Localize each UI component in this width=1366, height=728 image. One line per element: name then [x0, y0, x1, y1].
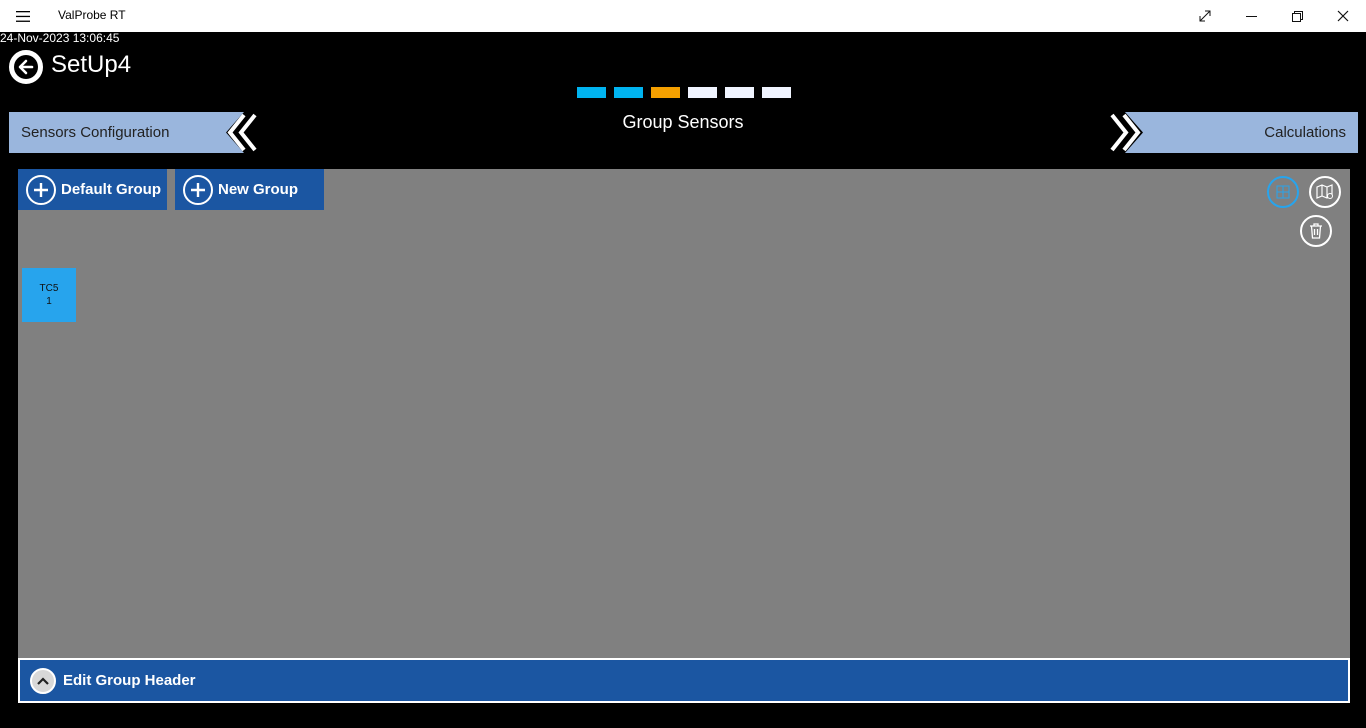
- expand-button[interactable]: [1182, 0, 1228, 32]
- page-title: SetUp4: [51, 51, 132, 78]
- group-panel: Default Group New Group TC5 1: [18, 169, 1350, 659]
- new-group-button[interactable]: New Group: [175, 169, 324, 210]
- sensor-name: TC5: [39, 283, 59, 294]
- chevron-up-icon: [30, 667, 56, 694]
- default-group-label: Default Group: [61, 181, 161, 198]
- next-step-button[interactable]: Calculations: [1109, 112, 1358, 153]
- step-indicator: [762, 87, 791, 98]
- step-indicator: [725, 87, 754, 98]
- default-group-button[interactable]: Default Group: [18, 169, 167, 210]
- close-button[interactable]: [1320, 0, 1366, 32]
- minimize-button[interactable]: [1228, 0, 1274, 32]
- window-titlebar: ValProbe RT: [0, 0, 1366, 32]
- step-indicator: [651, 87, 680, 98]
- step-indicator: [614, 87, 643, 98]
- next-step-label: Calculations: [1264, 124, 1346, 141]
- step-progress: [577, 87, 791, 98]
- app-title: ValProbe RT: [58, 8, 126, 22]
- back-arrow-icon[interactable]: [9, 50, 43, 84]
- double-chevron-right-icon: [1109, 112, 1149, 153]
- sensor-number: 1: [46, 296, 52, 307]
- timestamp: 24-Nov-2023 13:06:45: [0, 31, 120, 45]
- edit-group-header-label: Edit Group Header: [63, 672, 196, 689]
- plus-icon: [26, 174, 56, 205]
- sensor-tile[interactable]: TC5 1: [22, 268, 76, 322]
- hamburger-menu-icon[interactable]: [10, 6, 36, 26]
- grid-view-icon[interactable]: [1267, 176, 1299, 208]
- plus-icon: [183, 174, 213, 205]
- edit-group-header-bar[interactable]: Edit Group Header: [18, 658, 1350, 703]
- step-indicator: [577, 87, 606, 98]
- restore-button[interactable]: [1274, 0, 1320, 32]
- trash-icon[interactable]: [1300, 215, 1332, 247]
- step-indicator: [688, 87, 717, 98]
- new-group-label: New Group: [218, 181, 299, 198]
- map-icon[interactable]: [1309, 176, 1341, 208]
